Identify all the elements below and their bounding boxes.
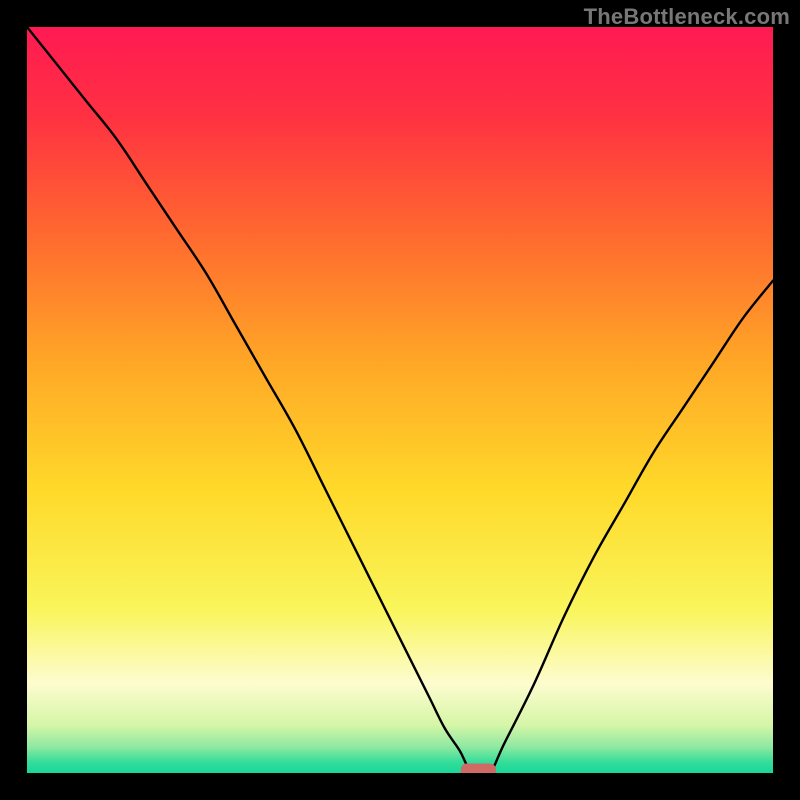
plot-svg [27, 27, 773, 773]
optimum-marker [461, 764, 496, 773]
chart-frame: TheBottleneck.com [0, 0, 800, 800]
gradient-background [27, 27, 773, 773]
watermark-text: TheBottleneck.com [584, 4, 790, 30]
plot-area [27, 27, 773, 773]
